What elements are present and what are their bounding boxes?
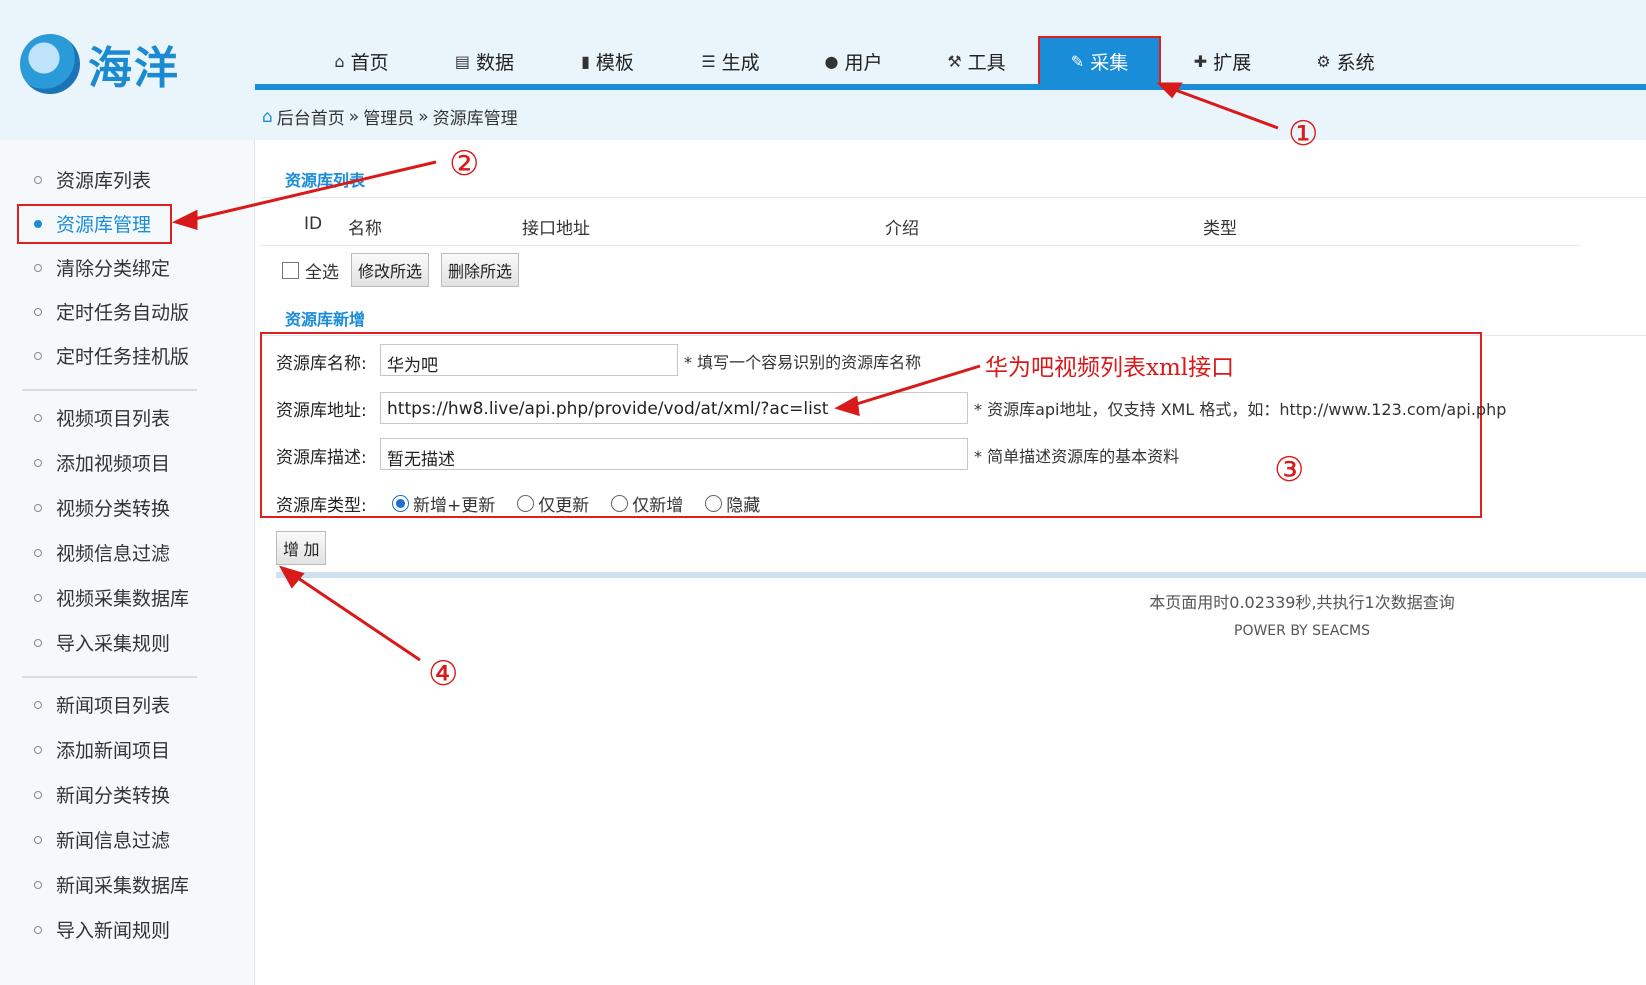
annotation-number-2: ② (449, 144, 480, 184)
annotation-note: 华为吧视频列表xml接口 (985, 355, 1235, 381)
arrow-1-head (1156, 82, 1183, 99)
arrow-2 (189, 160, 437, 222)
arrow-4 (291, 572, 421, 662)
arrow-4-head (278, 565, 305, 589)
arrow-3-head (834, 395, 860, 417)
arrow-2-head (171, 209, 198, 231)
annotation-number-3: ③ (1274, 450, 1305, 490)
arrow-1 (1169, 86, 1279, 130)
annotation-number-4: ④ (428, 654, 459, 694)
annotation-number-1: ① (1288, 114, 1319, 154)
annotation-arrows (171, 82, 1279, 662)
arrow-3 (849, 364, 981, 408)
